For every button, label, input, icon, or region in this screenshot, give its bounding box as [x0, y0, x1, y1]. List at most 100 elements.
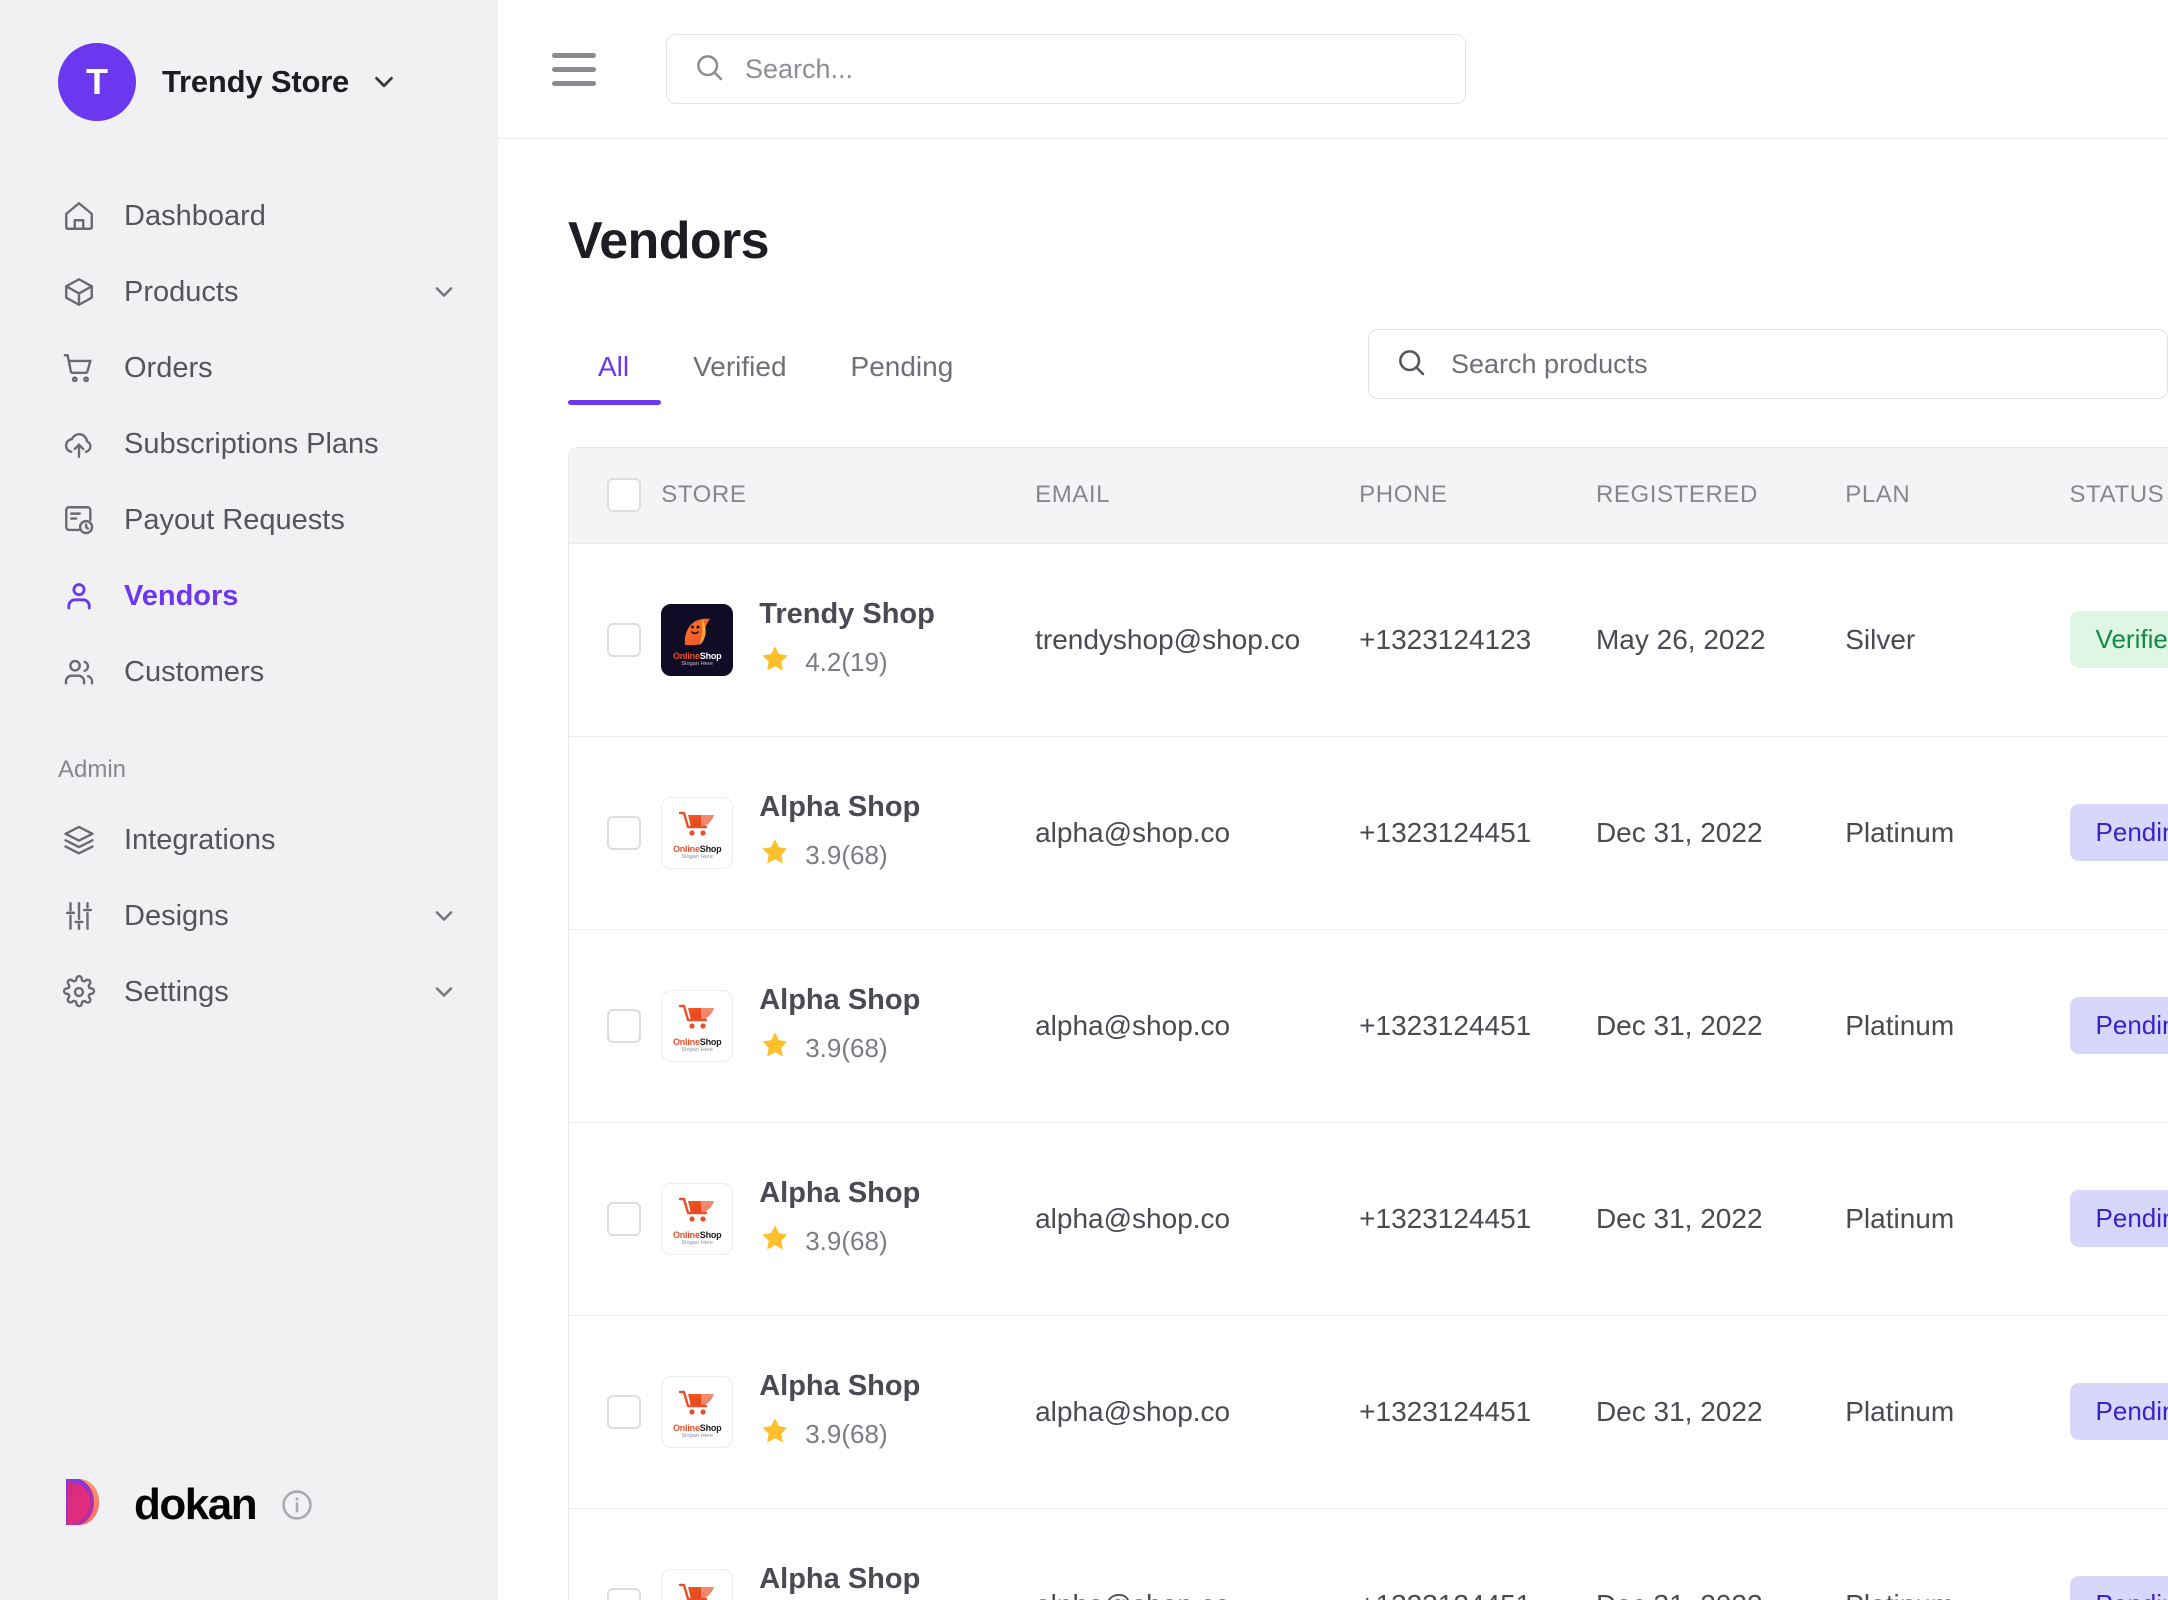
star-icon: [759, 1415, 791, 1454]
column-header-plan[interactable]: PLAN: [1845, 448, 2069, 543]
store-rating-value: 3.9(68): [805, 1032, 888, 1063]
cell-registered: Dec 31, 2022: [1595, 1202, 1763, 1234]
cell-status: Verified: [2069, 543, 2168, 736]
sidebar-item-vendors[interactable]: Vendors: [0, 558, 498, 634]
sidebar-item-settings[interactable]: Settings: [0, 954, 498, 1030]
column-header-email[interactable]: EMAIL: [1035, 448, 1359, 543]
cell-email: trendyshop@shop.co: [1035, 623, 1301, 655]
tab-pending[interactable]: Pending: [819, 351, 986, 405]
star-icon: [759, 1222, 791, 1261]
row-checkbox[interactable]: [607, 1394, 641, 1429]
sidebar-item-label: Subscriptions Plans: [124, 427, 379, 460]
chevron-down-icon[interactable]: [430, 278, 458, 306]
store-logo-wordmark: OnlineShop: [672, 1229, 722, 1240]
chevron-down-icon[interactable]: [430, 902, 458, 930]
cell-plan: Platinum: [1845, 1508, 2069, 1600]
cell-status: Pending: [2069, 929, 2168, 1122]
table-body: OnlineShop Slogan Here Trendy Shop 4.2(19) t…: [569, 543, 2168, 1600]
table-row[interactable]: OnlineShopSlogan HereAlpha Shop3.9(68)al…: [569, 1508, 2168, 1600]
cell-store: OnlineShopSlogan HereAlpha Shop3.9(68): [661, 736, 1035, 929]
store-logo: OnlineShopSlogan Here: [661, 1375, 734, 1448]
table-row[interactable]: OnlineShopSlogan Here Alpha Shop 3.9(68) al…: [569, 929, 2168, 1122]
table-search-input[interactable]: Search products: [1368, 329, 2168, 399]
tab-all[interactable]: All: [568, 351, 662, 405]
star-icon: [759, 643, 791, 682]
row-checkbox[interactable]: [607, 1201, 641, 1236]
row-checkbox[interactable]: [607, 622, 641, 657]
sliders-icon: [58, 899, 100, 933]
store-logo-slogan: Slogan Here: [681, 661, 714, 668]
dokan-wordmark: dokan: [134, 1479, 258, 1529]
status-badge: Pending: [2069, 1576, 2168, 1600]
sidebar-item-customers[interactable]: Customers: [0, 634, 498, 710]
store-logo-slogan: Slogan Here: [681, 1047, 714, 1054]
table-row[interactable]: OnlineShop Slogan Here Trendy Shop 4.2(19) t…: [569, 543, 2168, 736]
status-badge: Pending: [2069, 997, 2168, 1054]
tab-verified[interactable]: Verified: [661, 351, 818, 405]
sidebar-item-payout-requests[interactable]: Payout Requests: [0, 482, 498, 558]
store-rating-value: 3.9(68): [805, 1225, 888, 1256]
store-logo-wordmark: OnlineShop: [672, 1422, 722, 1433]
row-checkbox[interactable]: [607, 1008, 641, 1043]
chevron-down-icon[interactable]: [369, 67, 399, 97]
sidebar-item-subscriptions-plans[interactable]: Subscriptions Plans: [0, 406, 498, 482]
cell-status: Pending: [2069, 1315, 2168, 1508]
column-header-registered[interactable]: REGISTERED: [1596, 448, 1845, 543]
cell-store: OnlineShopSlogan HereAlpha Shop3.9(68): [661, 1508, 1035, 1600]
chevron-down-icon[interactable]: [430, 978, 458, 1006]
store-avatar: T: [58, 43, 136, 121]
sidebar-item-designs[interactable]: Designs: [0, 878, 498, 954]
sidebar-item-label: Orders: [124, 351, 213, 384]
sidebar-item-label: Customers: [124, 655, 265, 688]
row-checkbox[interactable]: [607, 815, 641, 850]
sidebar-item-label: Settings: [124, 975, 229, 1008]
global-search-input[interactable]: Search...: [666, 34, 1466, 104]
select-all-header: [569, 448, 661, 543]
column-header-phone[interactable]: PHONE: [1359, 448, 1596, 543]
store-logo-wordmark: OnlineShop: [672, 843, 722, 854]
store-logo: OnlineShopSlogan Here: [661, 1568, 734, 1600]
cell-email: alpha@shop.co: [1035, 1009, 1231, 1041]
store-logo-slogan: Slogan Here: [681, 1240, 714, 1247]
store-logo-wordmark: OnlineShop: [672, 1036, 722, 1047]
hamburger-menu-icon[interactable]: [552, 52, 596, 86]
page-title: Vendors: [568, 212, 770, 270]
search-icon: [1395, 346, 1427, 383]
filter-tabs-row: All Verified Pending Search products: [568, 329, 2168, 405]
cell-email: alpha@shop.co: [1035, 1395, 1231, 1427]
store-logo: OnlineShopSlogan Here: [661, 989, 734, 1062]
store-logo: OnlineShopSlogan Here: [661, 796, 734, 869]
sidebar-item-products[interactable]: Products: [0, 254, 498, 330]
cloud-upload-icon: [58, 427, 100, 461]
store-switcher[interactable]: T Trendy Store: [0, 0, 498, 121]
status-badge: Pending: [2069, 1190, 2168, 1247]
cell-phone: +1323124451: [1359, 1508, 1596, 1600]
table-header-row: STORE EMAIL PHONE REGISTERED PLAN STATUS: [569, 448, 2168, 543]
sidebar-item-integrations[interactable]: Integrations: [0, 802, 498, 878]
page-body: Vendors All Verified Pending Search prod…: [498, 139, 2168, 1600]
status-badge: Verified: [2069, 611, 2168, 668]
sidebar-item-dashboard[interactable]: Dashboard: [0, 178, 498, 254]
row-select-cell: [569, 1508, 661, 1600]
table-row[interactable]: OnlineShopSlogan HereAlpha Shop3.9(68)al…: [569, 1315, 2168, 1508]
star-icon: [759, 1029, 791, 1068]
sidebar-item-orders[interactable]: Orders: [0, 330, 498, 406]
table-row[interactable]: OnlineShopSlogan HereAlpha Shop3.9(68)al…: [569, 1122, 2168, 1315]
column-header-status[interactable]: STATUS: [2070, 448, 2168, 543]
row-checkbox[interactable]: [607, 1587, 641, 1600]
row-select-cell: [569, 736, 661, 929]
store-logo-mark-icon: [680, 612, 714, 650]
store-name: Alpha Shop: [759, 983, 921, 1016]
table-row[interactable]: OnlineShopSlogan HereAlpha Shop3.9(68)al…: [569, 736, 2168, 929]
select-all-checkbox[interactable]: [607, 478, 641, 513]
vendors-table: STORE EMAIL PHONE REGISTERED PLAN STATUS…: [569, 448, 2168, 1600]
sidebar-item-label: Products: [124, 275, 239, 308]
column-header-store[interactable]: STORE: [661, 448, 1035, 543]
sidebar-item-label: Designs: [124, 899, 229, 932]
info-icon[interactable]: [280, 1488, 314, 1522]
cell-registered: Dec 31, 2022: [1596, 1508, 1845, 1600]
home-icon: [58, 199, 100, 233]
cell-phone: +1323124451: [1359, 1395, 1532, 1427]
cell-status: Pending: [2069, 1508, 2168, 1600]
cell-plan: Platinum: [1845, 1009, 1955, 1041]
